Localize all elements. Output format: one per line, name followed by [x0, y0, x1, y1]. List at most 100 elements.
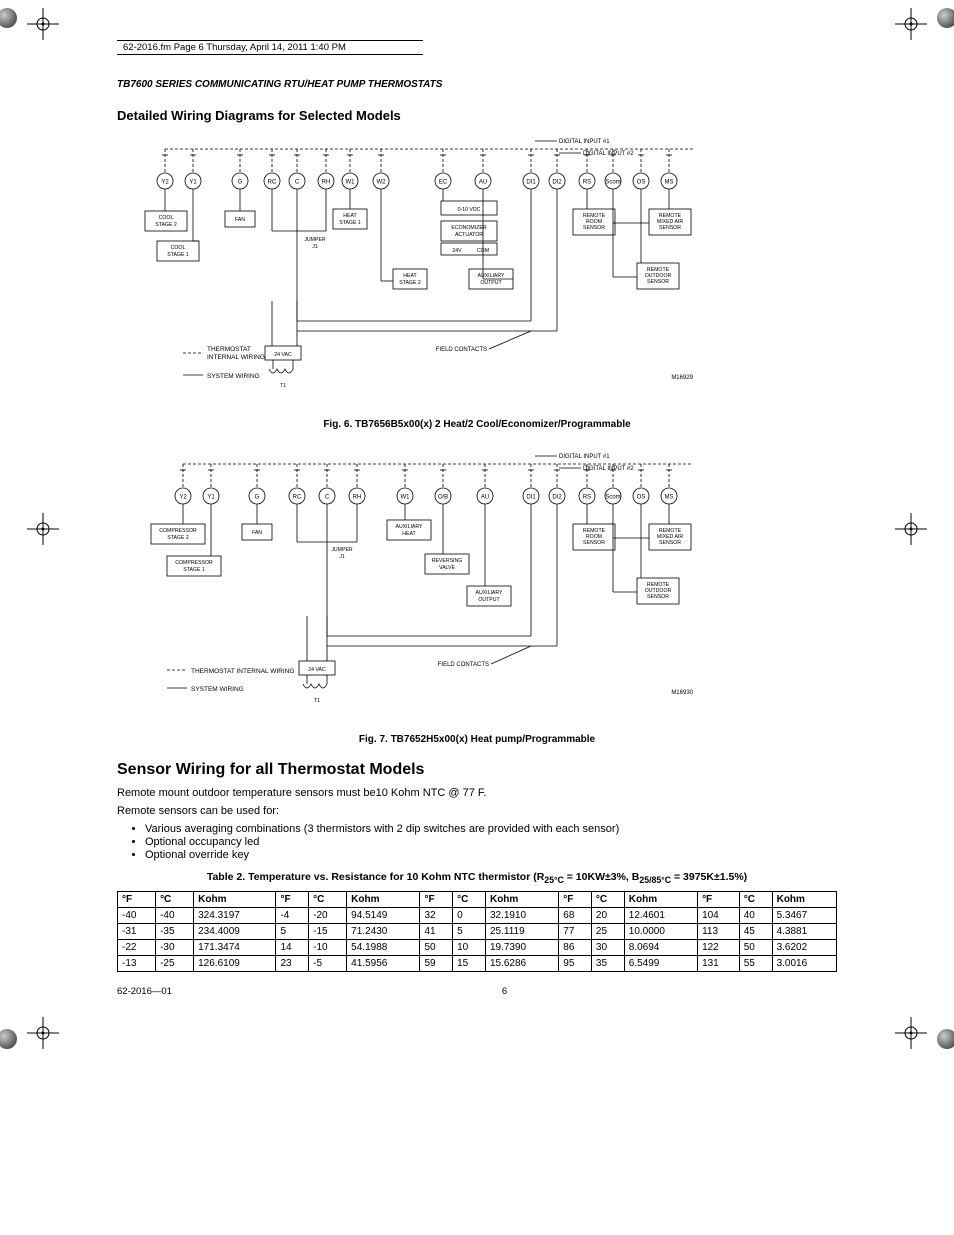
svg-text:OUTPUT: OUTPUT [480, 280, 502, 286]
table-cell: 8.0694 [624, 940, 697, 956]
table-cell: -22 [118, 940, 156, 956]
svg-text:INTERNAL WIRING: INTERNAL WIRING [207, 354, 265, 361]
svg-text:SENSOR: SENSOR [659, 540, 681, 546]
svg-text:T1: T1 [280, 383, 286, 389]
table-cell: 30 [591, 940, 624, 956]
svg-text:STAGE 1: STAGE 1 [167, 252, 189, 258]
table-cell: 234.4009 [194, 924, 276, 940]
svg-text:HEAT: HEAT [402, 531, 416, 537]
svg-text:SYSTEM WIRING: SYSTEM WIRING [207, 373, 260, 380]
table-cell: 45 [739, 924, 772, 940]
svg-text:SENSOR: SENSOR [583, 225, 605, 231]
table-cell: 35 [591, 956, 624, 972]
svg-text:Y1: Y1 [207, 495, 215, 501]
table-row: -13-25126.610923-541.5956591515.62869535… [118, 956, 837, 972]
table-cell: 5.3467 [772, 908, 836, 924]
svg-text:FAN: FAN [235, 217, 245, 223]
svg-text:OUTPUT: OUTPUT [478, 597, 500, 603]
decorative-ball [0, 1029, 17, 1049]
svg-text:EC: EC [439, 180, 448, 186]
svg-text:MS: MS [665, 495, 674, 501]
svg-text:FAN: FAN [252, 530, 262, 536]
figure-7-diagram: Y2Y1GRCCRHW1O/BAUDI1DI2RSScomOSMS DIGITA… [137, 446, 697, 726]
table-cell: 23 [276, 956, 309, 972]
table-cell: 95 [559, 956, 592, 972]
svg-text:RS: RS [583, 495, 591, 501]
list-item: Optional override key [145, 849, 837, 861]
svg-text:VALVE: VALVE [439, 565, 455, 571]
table-header-cell: °C [156, 892, 194, 908]
table-cell: 41.5956 [347, 956, 420, 972]
svg-text:ACTUATOR: ACTUATOR [455, 232, 483, 238]
table-cell: 104 [698, 908, 740, 924]
figure-6-diagram: Y2Y1GRCCRHW1W2ECAUDI1DI2RSScomOSMS DIGIT… [137, 131, 697, 411]
page-header-tag: 62-2016.fm Page 6 Thursday, April 14, 20… [117, 40, 423, 55]
decorative-ball [937, 8, 954, 28]
table-header-row: °F°CKohm°F°CKohm°F°CKohm°F°CKohm°F°CKohm [118, 892, 837, 908]
figure-6-caption: Fig. 6. TB7656B5x00(x) 2 Heat/2 Cool/Eco… [117, 419, 837, 430]
table-cell: 20 [591, 908, 624, 924]
table-cell: 40 [739, 908, 772, 924]
table-header-cell: °F [698, 892, 740, 908]
svg-text:AUXILIARY: AUXILIARY [475, 590, 503, 596]
svg-text:REVERSING: REVERSING [432, 558, 463, 564]
table-cell: -35 [156, 924, 194, 940]
svg-text:M16929: M16929 [671, 375, 693, 381]
registration-mark-icon [27, 513, 59, 545]
table-cell: 10 [453, 940, 486, 956]
table-cell: 131 [698, 956, 740, 972]
svg-text:HEAT: HEAT [403, 273, 417, 279]
svg-text:M16930: M16930 [671, 690, 693, 696]
table-cell: 32 [420, 908, 453, 924]
table-cell: 68 [559, 908, 592, 924]
table-header-cell: °F [276, 892, 309, 908]
table-cell: 171.3474 [194, 940, 276, 956]
svg-text:HEAT: HEAT [343, 213, 357, 219]
table-cell: -4 [276, 908, 309, 924]
registration-mark-icon [895, 8, 927, 40]
svg-text:AUXILIARY: AUXILIARY [477, 273, 505, 279]
svg-text:STAGE 2: STAGE 2 [167, 535, 189, 541]
svg-text:DI2: DI2 [552, 495, 562, 501]
svg-text:JUMPER: JUMPER [304, 237, 326, 243]
table-cell: 15 [453, 956, 486, 972]
svg-text:DIGITAL INPUT #1: DIGITAL INPUT #1 [559, 139, 610, 145]
registration-mark-icon [27, 1017, 59, 1049]
svg-text:O/B: O/B [438, 495, 448, 501]
registration-mark-icon [895, 513, 927, 545]
svg-text:RH: RH [322, 180, 331, 186]
svg-text:J1: J1 [312, 244, 318, 250]
svg-text:DI1: DI1 [526, 495, 536, 501]
decorative-ball [937, 1029, 954, 1049]
svg-text:SENSOR: SENSOR [583, 540, 605, 546]
table-cell: -40 [156, 908, 194, 924]
table-cell: 3.6202 [772, 940, 836, 956]
svg-text:THERMOSTAT INTERNAL WIRING: THERMOSTAT INTERNAL WIRING [191, 668, 294, 675]
list-item: Optional occupancy led [145, 836, 837, 848]
table-cell: 32.1910 [485, 908, 558, 924]
svg-text:0-10 VDC: 0-10 VDC [458, 207, 481, 213]
table-header-cell: Kohm [485, 892, 558, 908]
list-item: Various averaging combinations (3 thermi… [145, 823, 837, 835]
svg-text:AU: AU [479, 180, 487, 186]
table-2-caption: Table 2. Temperature vs. Resistance for … [117, 871, 837, 885]
page: 62-2016.fm Page 6 Thursday, April 14, 20… [117, 0, 837, 1057]
table-cell: 113 [698, 924, 740, 940]
table-cell: 50 [420, 940, 453, 956]
svg-text:Scom: Scom [605, 180, 620, 186]
svg-text:STAGE 2: STAGE 2 [399, 280, 421, 286]
table-cell: 15.6286 [485, 956, 558, 972]
bullet-list: Various averaging combinations (3 thermi… [117, 823, 837, 861]
table-header-cell: Kohm [347, 892, 420, 908]
svg-text:DI1: DI1 [526, 180, 536, 186]
table-header-cell: Kohm [772, 892, 836, 908]
table-cell: 25.1119 [485, 924, 558, 940]
table-cell: 5 [453, 924, 486, 940]
svg-text:C: C [325, 495, 330, 501]
svg-text:J1: J1 [339, 554, 345, 560]
table-cell: -25 [156, 956, 194, 972]
svg-text:ECONOMIZER: ECONOMIZER [451, 225, 486, 231]
table-cell: 55 [739, 956, 772, 972]
table-header-cell: °C [309, 892, 347, 908]
paragraph: Remote mount outdoor temperature sensors… [117, 787, 837, 799]
